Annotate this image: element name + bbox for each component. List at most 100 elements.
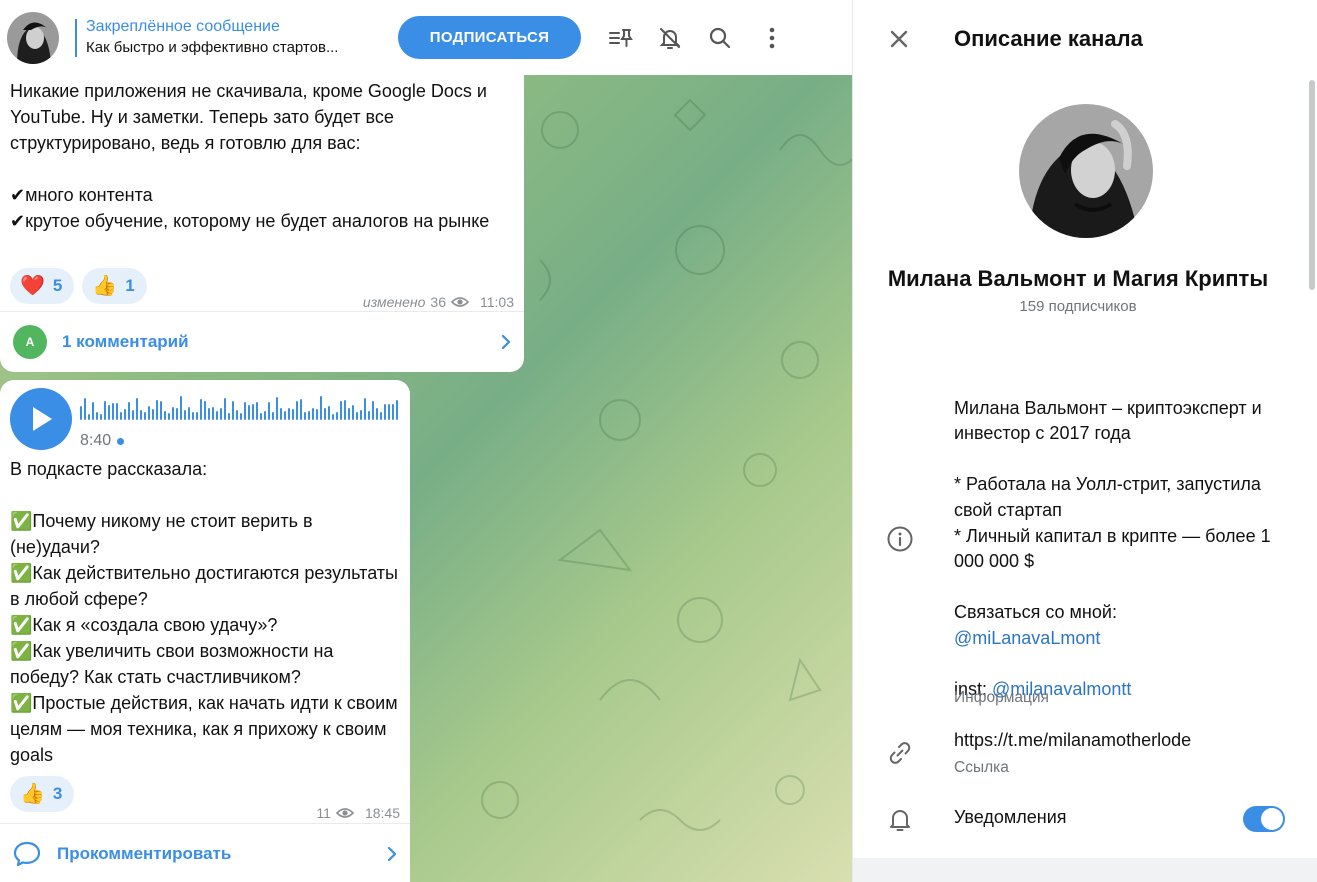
pinned-text: Как быстро и эффективно стартов...	[86, 39, 339, 56]
waveform-bar	[152, 409, 154, 420]
waveform-bar	[196, 412, 198, 420]
waveform-bar	[180, 396, 182, 420]
waveform-bar	[212, 407, 214, 420]
thumbs-up-emoji-icon: 👍	[92, 275, 118, 297]
play-button[interactable]	[10, 388, 72, 450]
chat-area: Закреплённое сообщение Как быстро и эффе…	[0, 0, 852, 882]
close-button[interactable]	[879, 19, 919, 59]
waveform-bar	[356, 412, 358, 420]
channel-info-panel: Описание канала Милана Вальмонт и Магия …	[852, 0, 1317, 882]
waveform-bar	[348, 408, 350, 420]
channel-avatar-large[interactable]	[1019, 104, 1153, 238]
waveform-bar	[272, 412, 274, 420]
mute-bell-icon[interactable]	[650, 18, 690, 58]
chat-header: Закреплённое сообщение Как быстро и эффе…	[0, 0, 852, 75]
waveform-bar	[156, 400, 158, 420]
waveform-bar	[244, 402, 246, 420]
chevron-right-icon[interactable]	[498, 334, 514, 350]
chevron-right-icon[interactable]	[384, 846, 400, 862]
waveform-bar	[332, 414, 334, 420]
waveform-bar	[88, 414, 90, 420]
comments-link[interactable]: A 1 комментарий	[0, 324, 524, 360]
message-bubble[interactable]: 8:40 В подкасте рассказала: ✅Почему нико…	[0, 380, 410, 882]
waveform-bar	[112, 403, 114, 420]
waveform-bar	[124, 409, 126, 420]
pinned-title: Закреплённое сообщение	[86, 18, 280, 35]
comment-bubble-icon	[13, 841, 41, 867]
waveform-bar	[184, 410, 186, 420]
reaction-heart[interactable]: ❤️ 5	[10, 268, 75, 304]
channel-description: Милана Вальмонт – криптоэксперт и инвест…	[954, 370, 1304, 703]
info-label: Информация	[954, 689, 1049, 706]
commenter-avatar: A	[13, 325, 47, 359]
info-icon	[887, 526, 913, 552]
divider	[0, 311, 524, 312]
waveform-bar	[296, 401, 298, 420]
waveform-bar	[188, 407, 190, 420]
thumbs-up-emoji-icon: 👍	[20, 783, 45, 805]
pinned-list-icon[interactable]	[600, 18, 640, 58]
reactions: ❤️ 5 👍 1	[10, 268, 147, 304]
waveform-bar	[260, 413, 262, 420]
panel-title: Описание канала	[954, 26, 1143, 51]
channel-link[interactable]: https://t.me/milanamotherlode	[954, 730, 1191, 751]
audio-waveform[interactable]	[80, 396, 400, 424]
message-text: В подкасте рассказала: ✅Почему никому не…	[10, 459, 398, 765]
heart-emoji-icon: ❤️	[20, 275, 45, 297]
waveform-bar	[368, 411, 370, 420]
audio-duration-row: 8:40	[80, 428, 125, 454]
link-label: Ссылка	[954, 759, 1009, 776]
channel-avatar[interactable]	[7, 11, 59, 64]
waveform-bar	[220, 408, 222, 420]
waveform-bar	[92, 402, 94, 420]
waveform-bar	[148, 406, 150, 420]
waveform-bar	[360, 410, 362, 420]
scrollbar[interactable]	[1309, 80, 1315, 290]
subscribe-button[interactable]: ПОДПИСАТЬСЯ	[398, 16, 581, 59]
notifications-label: Уведомления	[954, 807, 1067, 827]
description-text: Милана Вальмонт – криптоэксперт и инвест…	[954, 397, 1271, 623]
toggle-knob	[1261, 808, 1283, 830]
message-bubble[interactable]: Никакие приложения не скачивала, кроме G…	[0, 50, 524, 372]
waveform-bar	[132, 410, 134, 420]
waveform-bar	[160, 401, 162, 420]
waveform-bar	[268, 402, 270, 420]
waveform-bar	[176, 408, 178, 420]
waveform-bar	[288, 408, 290, 420]
waveform-bar	[116, 403, 118, 420]
notifications-toggle[interactable]	[1243, 806, 1285, 832]
waveform-bar	[380, 412, 382, 420]
search-icon[interactable]	[700, 18, 740, 58]
waveform-bar	[372, 401, 374, 420]
pinned-message[interactable]: Закреплённое сообщение Как быстро и эффе…	[86, 17, 391, 58]
more-vertical-icon[interactable]	[752, 18, 792, 58]
waveform-bar	[320, 396, 322, 420]
waveform-bar	[84, 398, 86, 420]
panel-header: Описание канала	[853, 0, 1317, 78]
comment-link[interactable]: Прокомментировать	[0, 836, 410, 872]
reaction-count: 1	[125, 276, 135, 295]
waveform-bar	[352, 405, 354, 420]
bell-icon	[890, 810, 910, 831]
waveform-bar	[376, 408, 378, 420]
waveform-bar	[216, 411, 218, 420]
waveform-bar	[308, 411, 310, 420]
waveform-bar	[364, 398, 366, 420]
waveform-bar	[264, 411, 266, 420]
close-icon	[890, 30, 908, 48]
contact-link[interactable]: @miLanavaLmont	[954, 628, 1100, 648]
waveform-bar	[316, 409, 318, 420]
waveform-bar	[128, 402, 130, 420]
reaction-thumbs-up[interactable]: 👍 1	[82, 268, 147, 304]
waveform-bar	[240, 413, 242, 420]
waveform-bar	[388, 404, 390, 420]
waveform-bar	[340, 401, 342, 420]
reaction-thumbs-up[interactable]: 👍 3	[10, 776, 75, 812]
comments-label: 1 комментарий	[62, 332, 189, 351]
waveform-bar	[104, 401, 106, 420]
waveform-bar	[236, 410, 238, 420]
waveform-bar	[80, 406, 82, 420]
panel-footer	[853, 858, 1317, 882]
waveform-bar	[108, 405, 110, 420]
link-icon	[889, 742, 911, 764]
